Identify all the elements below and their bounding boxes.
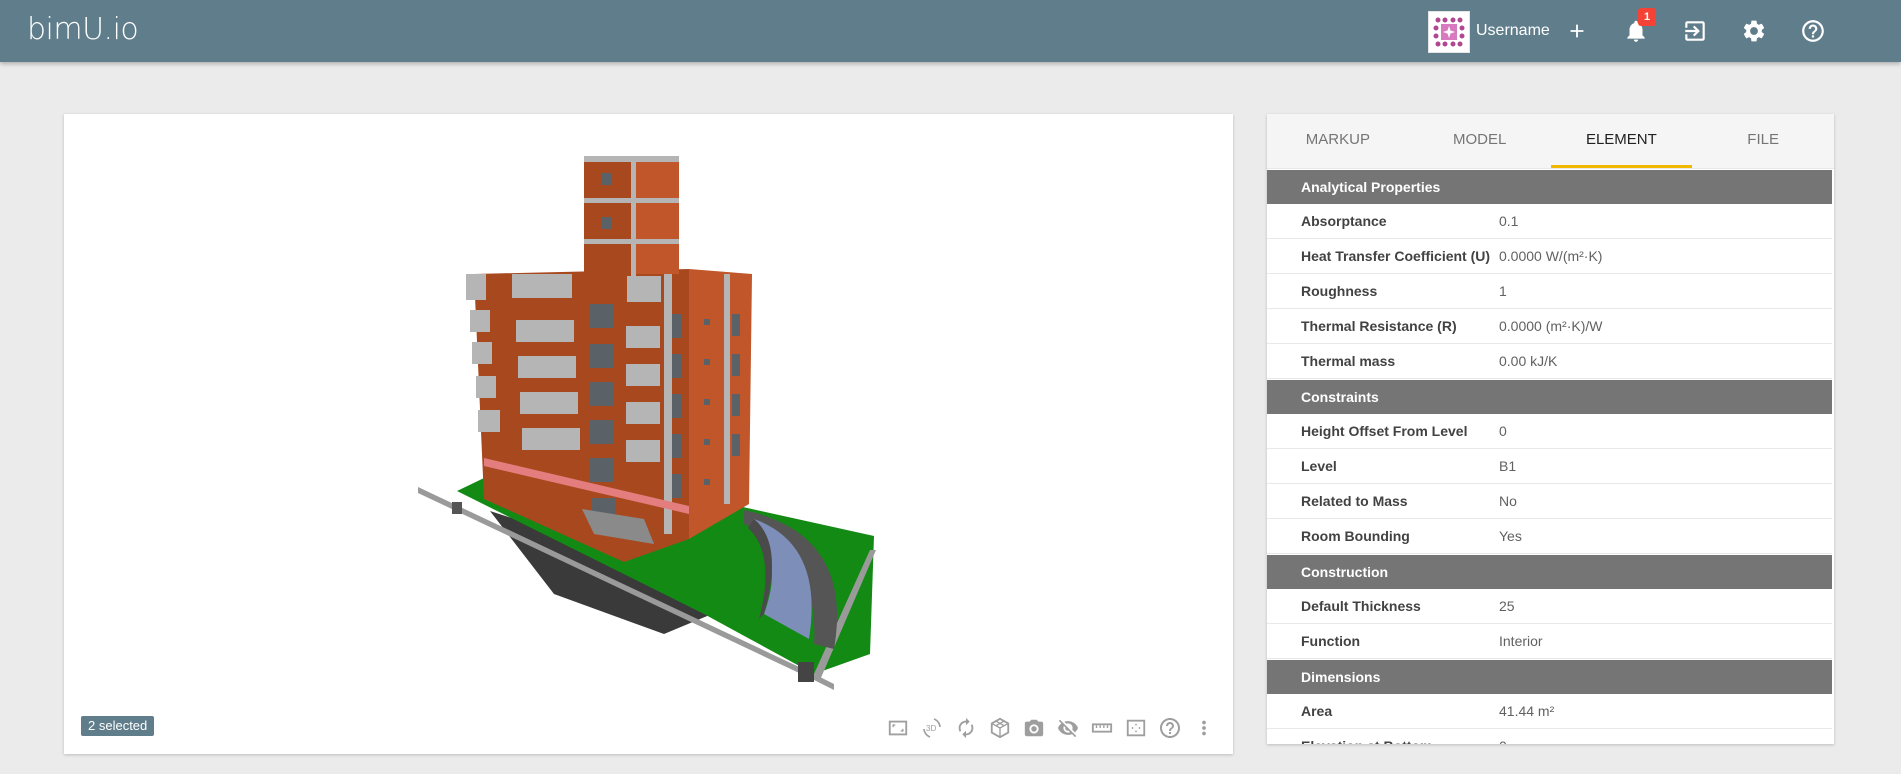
property-row: Thermal Resistance (R) 0.0000 (m²·K)/W [1267,309,1832,344]
help-button[interactable] [1798,16,1828,46]
property-value: 0.00 kJ/K [1499,353,1558,369]
property-row: Area 41.44 m² [1267,694,1832,729]
3d-orbit-button[interactable]: 3D [918,714,946,742]
property-label: Heat Transfer Coefficient (U) [1301,248,1491,264]
property-value: Interior [1499,633,1543,649]
property-row: Thermal mass 0.00 kJ/K [1267,344,1832,379]
property-row: Roughness 1 [1267,274,1832,309]
property-label: Thermal Resistance (R) [1301,318,1457,334]
property-value: 0.0000 (m²·K)/W [1499,318,1603,334]
more-vert-icon [1202,720,1206,736]
fit-to-view-icon [888,720,908,736]
property-row: Level B1 [1267,449,1832,484]
add-button[interactable] [1562,16,1592,46]
property-row: Room Bounding Yes [1267,519,1832,554]
settings-button[interactable] [1739,16,1769,46]
property-label: Default Thickness [1301,598,1421,614]
help-icon [1802,20,1824,42]
ruler-icon [1091,723,1113,733]
property-row: Heat Transfer Coefficient (U) 0.0000 W/(m… [1267,239,1832,274]
screenshot-button[interactable] [1020,714,1048,742]
property-label: Room Bounding [1301,528,1410,544]
panel-tabs: MARKUP MODEL ELEMENT FILE [1267,114,1834,169]
property-value: No [1499,493,1517,509]
tab-element[interactable]: ELEMENT [1550,114,1693,168]
property-label: Thermal mass [1301,353,1396,369]
avatar[interactable] [1428,11,1470,53]
property-value: 0 [1499,738,1507,744]
property-label: Related to Mass [1301,493,1408,509]
app-logo[interactable]: bimU.io [27,12,139,47]
tab-markup[interactable]: MARKUP [1267,114,1409,168]
properties-panel: MARKUP MODEL ELEMENT FILE Analytical Pro… [1267,114,1834,744]
help-icon [1160,718,1180,738]
property-value: 0.0000 W/(m²·K) [1499,248,1603,264]
more-options-button[interactable] [1190,714,1218,742]
property-row: Default Thickness 25 [1267,589,1832,624]
rotate-icon [958,717,974,739]
3d-orbit-icon: 3D [923,718,941,738]
property-value: 0 [1499,423,1507,439]
logout-button[interactable] [1680,16,1710,46]
selection-count-badge: 2 selected [81,716,155,736]
element-properties-list[interactable]: Analytical Properties Absorptance 0.1 Hea… [1267,170,1834,744]
gear-icon [1743,20,1765,42]
property-row: Height Offset From Level 0 [1267,414,1832,449]
section-header: Analytical Properties [1267,170,1832,204]
cube-icon [990,717,1010,739]
property-label: Absorptance [1301,213,1387,229]
cube-view-button[interactable] [986,714,1014,742]
exit-to-app-icon [1685,21,1705,41]
property-row: Elevation at Bottom0 [1267,729,1832,744]
section-box-icon [1126,719,1146,737]
tab-file[interactable]: FILE [1692,114,1834,168]
property-label: Roughness [1301,283,1378,299]
fit-to-view-button[interactable] [884,714,912,742]
model-viewer[interactable]: 2 selected 3D [64,114,1233,754]
property-label: Function [1301,633,1361,649]
camera-icon [1024,719,1044,737]
avatar-pattern-icon [1433,17,1465,47]
property-label: Level [1301,458,1337,474]
section-box-button[interactable] [1122,714,1150,742]
notification-badge: 1 [1638,8,1656,26]
property-label: Elevation at Bottom [1267,738,1499,744]
rotate-button[interactable] [952,714,980,742]
property-value: 0.1 [1499,213,1519,229]
property-value: 1 [1499,283,1507,299]
hide-icon [1057,719,1079,738]
section-header: Constraints [1267,380,1832,414]
property-value: B1 [1499,458,1517,474]
hide-button[interactable] [1054,714,1082,742]
property-row: Absorptance 0.1 [1267,204,1832,239]
measure-button[interactable] [1088,714,1116,742]
property-label: Height Offset From Level [1301,423,1468,439]
svg-text:3D: 3D [926,724,936,733]
section-header: Construction [1267,555,1832,589]
property-value: Yes [1499,528,1522,544]
property-row: Related to Mass No [1267,484,1832,519]
tab-model[interactable]: MODEL [1409,114,1551,168]
property-value: 25 [1499,598,1515,614]
property-row: Function Interior [1267,624,1832,659]
top-bar: bimU.io Username 1 [0,0,1901,62]
add-icon [1570,24,1584,38]
building-3d-model[interactable] [64,114,1233,754]
property-value: 41.44 m² [1499,703,1555,719]
section-header: Dimensions [1267,660,1832,694]
username[interactable]: Username [1476,22,1550,40]
viewer-toolbar: 3D [884,714,1224,742]
viewer-help-button[interactable] [1156,714,1184,742]
property-label: Area [1301,703,1333,719]
